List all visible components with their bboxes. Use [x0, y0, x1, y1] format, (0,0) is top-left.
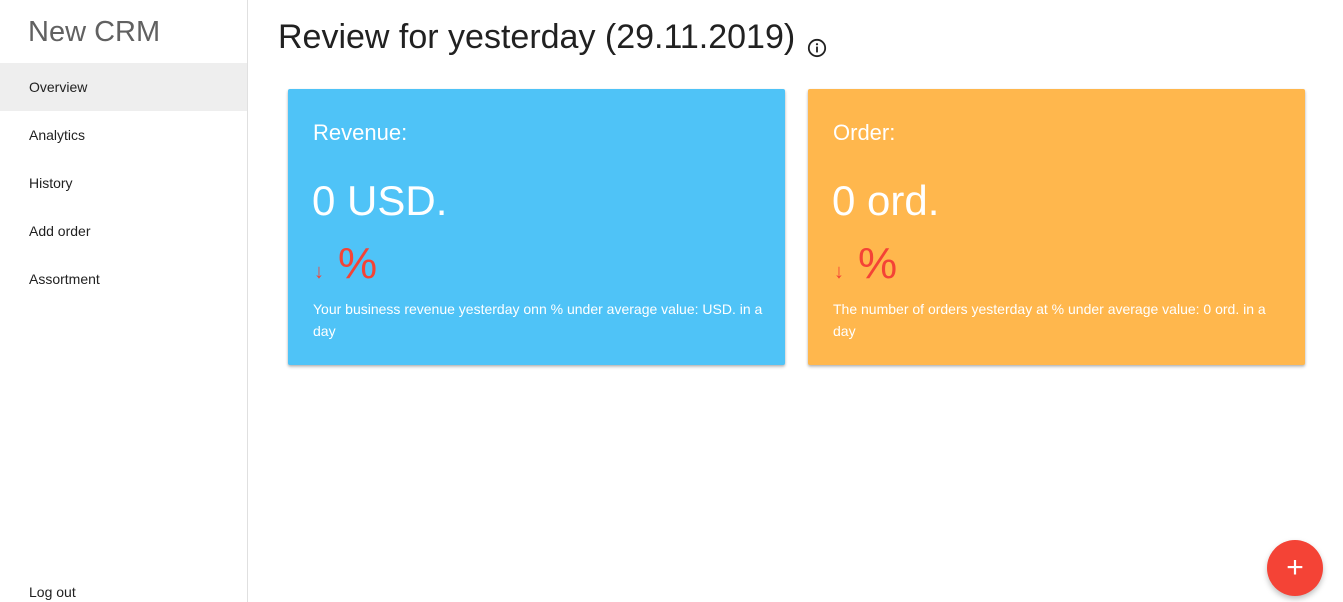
- revenue-card: Revenue: 0 USD. ↓ % Your business revenu…: [288, 89, 785, 365]
- page-title-text: Review for yesterday (29.11.2019): [278, 18, 796, 56]
- revenue-card-title: Revenue:: [313, 120, 408, 145]
- sidebar-item-history[interactable]: History: [0, 159, 247, 207]
- orders-card-percent: %: [858, 239, 898, 288]
- plus-icon: +: [1286, 551, 1304, 584]
- info-circle-icon[interactable]: [807, 28, 827, 57]
- orders-card: Order: 0 ord. ↓ % The number of orders y…: [808, 89, 1305, 365]
- revenue-card-description: Your business revenue yesterday onn % un…: [313, 301, 763, 339]
- orders-card-delta: ↓ %: [834, 239, 897, 289]
- arrow-down-icon: ↓: [834, 261, 844, 283]
- arrow-down-icon: ↓: [314, 261, 324, 283]
- app-brand[interactable]: New CRM: [28, 16, 160, 49]
- page-title: Review for yesterday (29.11.2019): [278, 18, 827, 57]
- sidebar: New CRM Overview Analytics History Add o…: [0, 0, 248, 602]
- main-content: Review for yesterday (29.11.2019) Revenu…: [248, 0, 1343, 602]
- add-order-fab-button[interactable]: +: [1267, 540, 1323, 596]
- orders-card-description: The number of orders yesterday at % unde…: [833, 301, 1266, 339]
- sidebar-item-assortment[interactable]: Assortment: [0, 255, 247, 303]
- logout-link[interactable]: Log out: [29, 584, 76, 600]
- sidebar-item-add-order[interactable]: Add order: [0, 207, 247, 255]
- sidebar-item-overview[interactable]: Overview: [0, 63, 247, 111]
- orders-card-title: Order:: [833, 120, 896, 145]
- orders-card-value: 0 ord.: [832, 177, 940, 224]
- revenue-card-value: 0 USD.: [312, 177, 448, 224]
- revenue-card-delta: ↓ %: [314, 239, 377, 289]
- sidebar-nav: Overview Analytics History Add order Ass…: [0, 63, 247, 303]
- revenue-card-percent: %: [338, 239, 378, 288]
- sidebar-item-analytics[interactable]: Analytics: [0, 111, 247, 159]
